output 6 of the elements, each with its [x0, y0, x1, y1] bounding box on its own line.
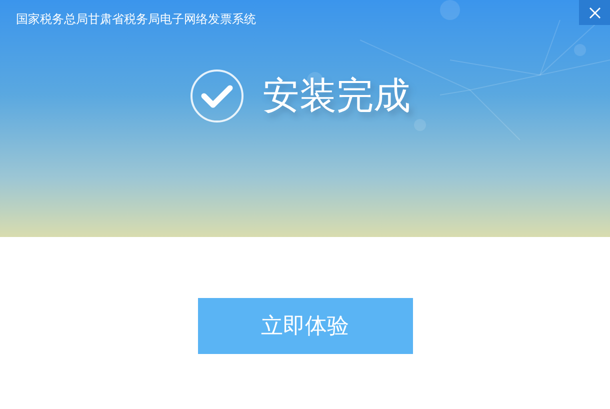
status-message: 安装完成: [262, 73, 410, 119]
close-icon: [588, 6, 600, 18]
start-button[interactable]: 立即体验: [198, 298, 412, 354]
window-title: 国家税务总局甘肃省税务局电子网络发票系统: [15, 11, 256, 27]
close-button[interactable]: [579, 0, 610, 25]
check-circle-icon: [190, 69, 244, 123]
